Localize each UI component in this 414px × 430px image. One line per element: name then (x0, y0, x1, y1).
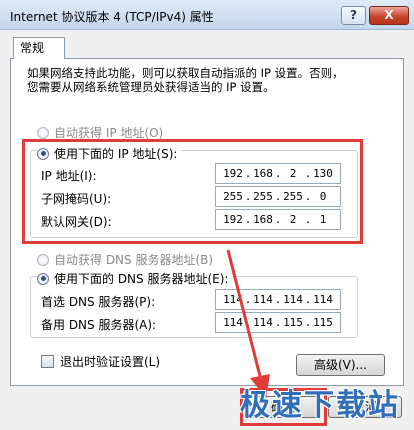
octet: 114 (253, 316, 273, 329)
watermark: 极速下载站 (240, 388, 400, 423)
alternate-dns-input[interactable]: 114. 114. 115. 115 (215, 312, 341, 333)
radio-selected-icon (37, 272, 49, 285)
octet: 114 (253, 293, 273, 306)
subnet-mask-label: 子网掩码(U): (41, 192, 112, 206)
octet: 1 (319, 213, 327, 226)
title-bar: Internet 协议版本 4 (TCP/IPv4) 属性 ? X (0, 0, 414, 30)
octet: 115 (283, 316, 303, 329)
ip-address-label: IP 地址(I): (41, 169, 97, 183)
tab-general[interactable]: 常规 (13, 37, 65, 59)
octet: 114 (283, 293, 303, 306)
description-line-1: 如果网络支持此功能，则可以获取自动指派的 IP 设置。否则， (27, 66, 344, 80)
octet: 114 (313, 293, 333, 306)
auto-ip-radio[interactable]: 自动获得 IP 地址(O) (37, 124, 163, 141)
advanced-button[interactable]: 高级(V)... (296, 354, 385, 376)
octet: 168 (253, 167, 273, 180)
octet: 130 (313, 167, 333, 180)
radio-selected-icon (37, 147, 49, 160)
checkbox-icon (41, 355, 54, 368)
octet: 0 (319, 190, 327, 203)
manual-ip-label: 使用下面的 IP 地址(S): (54, 147, 178, 161)
octet: 115 (313, 316, 333, 329)
description-line-2: 您需要从网络系统管理员处获得适当的 IP 设置。 (27, 80, 275, 94)
alternate-dns-label: 备用 DNS 服务器(A): (41, 318, 157, 332)
description-text: 如果网络支持此功能，则可以获取自动指派的 IP 设置。否则， 您需要从网络系统管… (27, 66, 387, 94)
close-button[interactable]: X (369, 6, 409, 25)
manual-dns-label: 使用下面的 DNS 服务器地址(E): (54, 272, 229, 286)
octet: 114 (223, 316, 243, 329)
octet: 168 (253, 213, 273, 226)
auto-ip-label: 自动获得 IP 地址(O) (54, 126, 164, 140)
preferred-dns-input[interactable]: 114. 114. 114. 114 (215, 289, 341, 310)
default-gateway-label: 默认网关(D): (41, 215, 112, 229)
manual-dns-radio[interactable]: 使用下面的 DNS 服务器地址(E): (37, 270, 233, 287)
octet: 2 (289, 167, 297, 180)
octet: 192 (223, 167, 243, 180)
octet: 255 (283, 190, 303, 203)
subnet-mask-input[interactable]: 255. 255. 255. 0 (215, 186, 341, 207)
auto-dns-radio[interactable]: 自动获得 DNS 服务器地址(B) (37, 251, 213, 268)
window-title: Internet 协议版本 4 (TCP/IPv4) 属性 (10, 10, 214, 24)
octet: 2 (289, 213, 297, 226)
auto-dns-label: 自动获得 DNS 服务器地址(B) (54, 253, 214, 267)
radio-icon (37, 126, 49, 139)
octet: 114 (223, 293, 243, 306)
radio-icon (37, 253, 49, 266)
ip-address-input[interactable]: 192. 168. 2. 130 (215, 163, 341, 184)
manual-ip-radio[interactable]: 使用下面的 IP 地址(S): (37, 145, 182, 162)
octet: 192 (223, 213, 243, 226)
validate-settings-label: 退出时验证设置(L) (60, 355, 161, 369)
default-gateway-input[interactable]: 192. 168. 2. 1 (215, 209, 341, 230)
octet: 255 (223, 190, 243, 203)
validate-settings-checkbox[interactable]: 退出时验证设置(L) (41, 353, 160, 370)
octet: 255 (253, 190, 273, 203)
help-button[interactable]: ? (341, 6, 366, 25)
preferred-dns-label: 首选 DNS 服务器(P): (41, 295, 156, 309)
